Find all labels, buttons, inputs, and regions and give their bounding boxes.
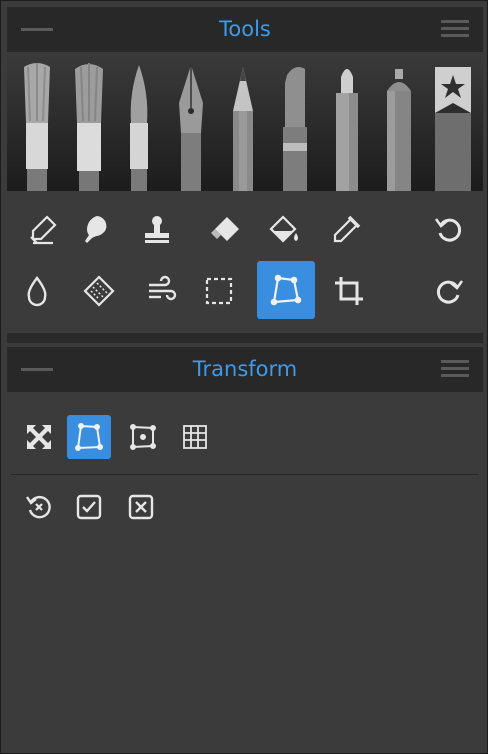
cancel-icon[interactable] [119,485,163,529]
reset-icon[interactable] [17,485,61,529]
divider [11,474,479,475]
undo-icon[interactable] [421,201,477,257]
paint-brush-icon[interactable] [15,53,59,191]
flat-brush-icon[interactable] [67,53,111,191]
favorites-icon[interactable] [431,53,475,191]
transform-tool-icon[interactable] [257,261,315,319]
airbrush-icon[interactable] [377,53,421,191]
menu-icon[interactable] [441,20,469,38]
mesh-warp-mode-icon[interactable] [173,415,217,459]
tools-panel-title: Tools [219,17,271,41]
transform-panel-header: Transform [7,347,483,392]
tools-window: Tools Transform [0,0,488,754]
apply-icon[interactable] [67,485,111,529]
blur-tool-icon[interactable] [133,263,189,319]
crop-tool-icon[interactable] [321,263,377,319]
smudge-tool-icon[interactable] [15,201,71,257]
round-brush-icon[interactable] [117,53,161,191]
stamp-tool-icon[interactable] [129,201,185,257]
eyedropper-tool-icon[interactable] [319,201,375,257]
tools-panel-header: Tools [7,7,483,52]
marker-icon[interactable] [273,53,317,191]
felt-pen-icon[interactable] [325,53,369,191]
fill-tool-icon[interactable] [257,201,313,257]
water-tool-icon[interactable] [9,263,65,319]
eraser-tool-icon[interactable] [197,201,253,257]
panel-separator [7,333,483,343]
warp-point-mode-icon[interactable] [121,415,165,459]
perspective-mode-icon[interactable] [67,415,111,459]
selection-tool-icon[interactable] [191,263,247,319]
pencil-icon[interactable] [221,53,265,191]
menu-icon[interactable] [441,360,469,378]
ink-pen-icon[interactable] [169,53,213,191]
transform-panel-title: Transform [192,357,298,381]
blend-tool-icon[interactable] [67,201,123,257]
texture-tool-icon[interactable] [71,263,127,319]
brush-strip [7,53,483,191]
redo-icon[interactable] [421,263,477,319]
free-transform-icon[interactable] [17,415,61,459]
